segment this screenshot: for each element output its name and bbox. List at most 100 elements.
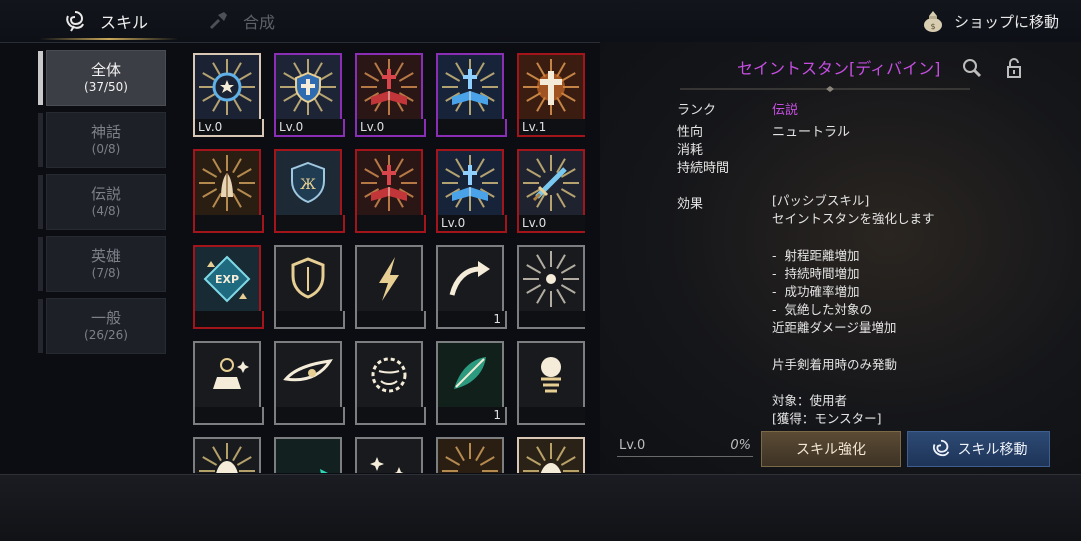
skill-slot[interactable]: Lv.0 bbox=[274, 53, 345, 139]
skill-slot[interactable] bbox=[355, 245, 426, 331]
skill-slot[interactable] bbox=[436, 53, 507, 139]
category-name: 神話 bbox=[90, 123, 121, 141]
skill-slot[interactable] bbox=[517, 245, 585, 331]
eagle-eye-icon bbox=[274, 341, 342, 409]
crest-shield-icon: Ж bbox=[274, 149, 342, 217]
skill-slot[interactable] bbox=[274, 437, 342, 473]
skill-level: Lv.0 bbox=[522, 216, 547, 230]
category-indicator bbox=[38, 237, 43, 291]
skill-slot[interactable]: Ж bbox=[274, 149, 345, 235]
radiant-cross-icon bbox=[517, 53, 585, 121]
holy-sword-icon bbox=[517, 149, 585, 217]
leaf-strike-icon bbox=[436, 341, 504, 409]
category-count: (4/8) bbox=[91, 204, 121, 218]
effect-label: 効果 bbox=[677, 197, 704, 212]
category-indicator bbox=[38, 299, 43, 353]
hammer-icon bbox=[205, 8, 231, 34]
skill-slot[interactable] bbox=[355, 341, 426, 427]
svg-text:EXP: EXP bbox=[215, 273, 239, 286]
tab-skill[interactable]: スキル bbox=[62, 0, 148, 42]
guard-shield-icon bbox=[274, 245, 342, 313]
rank-value: 伝説 bbox=[772, 103, 799, 118]
category-indicator bbox=[38, 175, 43, 229]
cost-label: 消耗 bbox=[677, 143, 704, 158]
category-name: 伝説 bbox=[90, 185, 121, 203]
skill-slot[interactable] bbox=[436, 437, 504, 473]
skill-level-bar: 1 bbox=[436, 311, 507, 329]
shop-button[interactable]: $ ショップに移動 bbox=[920, 0, 1059, 42]
tab-synthesis-label: 合成 bbox=[243, 13, 276, 32]
skill-level-bar: Lv.0 bbox=[274, 119, 345, 137]
skill-slot[interactable]: 1 bbox=[436, 245, 507, 331]
skill-slot[interactable] bbox=[193, 341, 264, 427]
search-icon[interactable] bbox=[961, 57, 983, 79]
trait-label: 性向 bbox=[677, 125, 704, 140]
bottom-bar bbox=[0, 474, 1081, 541]
skill-slot[interactable] bbox=[517, 437, 585, 473]
category-count: (7/8) bbox=[91, 266, 121, 280]
category-all[interactable]: 全体 (37/50) bbox=[38, 50, 166, 106]
blue-holy-book-icon bbox=[436, 53, 504, 121]
skill-level-bar bbox=[355, 311, 426, 329]
skill-slot[interactable] bbox=[193, 149, 264, 235]
skill-slot[interactable] bbox=[517, 341, 585, 427]
skill-slot[interactable] bbox=[355, 437, 423, 473]
skill-slot[interactable]: Lv.0 bbox=[517, 149, 585, 235]
skill-slot[interactable] bbox=[274, 341, 345, 427]
blue-holy-book-icon bbox=[436, 149, 504, 217]
top-bar: スキル 合成 $ ショップに移動 bbox=[0, 0, 1081, 43]
category-legendary[interactable]: 伝説 (4/8) bbox=[38, 174, 166, 230]
skill-level-bar: Lv.0 bbox=[355, 119, 426, 137]
teal-swirl-icon bbox=[274, 437, 342, 473]
holy-shield-cross-icon bbox=[274, 53, 342, 121]
skill-level-bar: Lv.0 bbox=[193, 119, 264, 137]
skill-slot[interactable] bbox=[193, 437, 261, 473]
skill-slot[interactable] bbox=[274, 245, 345, 331]
skill-enhance-button[interactable]: スキル強化 bbox=[761, 431, 901, 467]
trait-value: ニュートラル bbox=[772, 125, 851, 140]
shop-label: ショップに移動 bbox=[953, 12, 1059, 31]
category-sidebar: 全体 (37/50) 神話 (0/8) 伝説 (4/8) 英雄 (7/8) 一般 (26/26) bbox=[37, 50, 167, 360]
skill-level-bar: Lv.0 bbox=[517, 215, 585, 233]
svg-text:$: $ bbox=[930, 22, 935, 31]
lock-icon[interactable] bbox=[1003, 57, 1025, 79]
skill-level-bar: Lv.1 bbox=[517, 119, 585, 137]
tab-synthesis[interactable]: 合成 bbox=[205, 0, 275, 42]
skill-slot[interactable]: EXP bbox=[193, 245, 264, 331]
category-indicator bbox=[38, 51, 43, 105]
skill-slot[interactable]: 1 bbox=[436, 341, 507, 427]
radiant-helmet-icon bbox=[517, 437, 585, 473]
sparkles-icon bbox=[355, 437, 423, 473]
effect-description: [パッシブスキル] セイントスタンを強化します - 射程距離増加 - 持続時間増… bbox=[772, 193, 935, 427]
active-tab-indicator bbox=[40, 38, 178, 40]
tab-skill-label: スキル bbox=[100, 13, 149, 32]
red-holy-book-icon bbox=[355, 149, 423, 217]
skill-move-button[interactable]: スキル移動 bbox=[907, 431, 1050, 467]
skill-slot[interactable] bbox=[355, 149, 426, 235]
skill-level-bar bbox=[193, 215, 264, 233]
title-divider bbox=[680, 86, 970, 92]
category-count: (0/8) bbox=[91, 142, 121, 156]
fury-face-icon bbox=[355, 341, 423, 409]
category-mythic[interactable]: 神話 (0/8) bbox=[38, 112, 166, 168]
skill-slot[interactable]: Lv.0 bbox=[355, 53, 426, 139]
skill-level-bar bbox=[355, 407, 426, 425]
progress-percent: 0% bbox=[730, 438, 751, 453]
category-common[interactable]: 一般 (26/26) bbox=[38, 298, 166, 354]
rank-label: ランク bbox=[677, 103, 717, 118]
glowing-orb-icon bbox=[517, 341, 585, 409]
skill-slot[interactable]: Lv.0 bbox=[193, 53, 264, 139]
skill-level: Lv.0 bbox=[198, 120, 223, 134]
praying-hands-icon bbox=[193, 149, 261, 217]
duration-label: 持続時間 bbox=[677, 161, 730, 176]
skill-level-bar: Lv.0 bbox=[436, 215, 507, 233]
skill-level-bar bbox=[193, 407, 264, 425]
skill-slot[interactable]: Lv.0 bbox=[436, 149, 507, 235]
category-heroic[interactable]: 英雄 (7/8) bbox=[38, 236, 166, 292]
category-indicator bbox=[38, 113, 43, 167]
helmet-icon bbox=[193, 437, 261, 473]
radiant-wave-icon bbox=[436, 437, 504, 473]
skill-move-label: スキル移動 bbox=[957, 442, 1028, 458]
skill-level: Lv.1 bbox=[522, 120, 547, 134]
skill-slot[interactable]: Lv.1 bbox=[517, 53, 585, 139]
